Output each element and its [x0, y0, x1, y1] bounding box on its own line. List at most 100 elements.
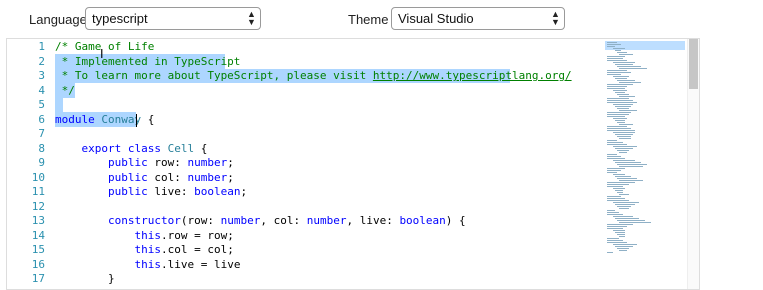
minimap-line: [617, 164, 647, 165]
code-area[interactable]: /* Game of Life * Implemented in TypeScr…: [55, 39, 589, 289]
minimap-line: [619, 124, 633, 125]
minimap-line: [607, 46, 615, 47]
minimap-line: [615, 64, 633, 65]
code-token: }: [55, 272, 115, 285]
minimap-line: [619, 166, 643, 167]
minimap-line: [607, 84, 633, 85]
scrollbar-thumb[interactable]: [689, 39, 698, 89]
minimap-line: [607, 144, 627, 145]
minimap-line: [615, 134, 633, 135]
minimap-line: [607, 240, 623, 241]
code-line: this.row = row;: [55, 228, 234, 244]
minimap-line: [613, 90, 627, 91]
minimap-line: [607, 226, 627, 227]
vertical-scrollbar[interactable]: [687, 39, 699, 289]
text-caret: [136, 113, 137, 127]
line-number: 16: [31, 257, 45, 271]
minimap-line: [607, 114, 629, 115]
code-token: {: [141, 112, 155, 126]
code-editor[interactable]: 1 2 3 4 5 6 7 8 9 10 11 12 13 14 15 16 17 /* Game of Lif…: [6, 38, 700, 290]
minimap-line: [613, 76, 629, 77]
minimap-line: [613, 160, 635, 161]
minimap-line: [607, 224, 633, 225]
minimap-line: [607, 200, 629, 201]
minimap-line: [619, 82, 641, 83]
theme-label: Theme: [348, 12, 389, 27]
minimap-line: [617, 80, 635, 81]
minimap-line: [607, 172, 617, 173]
minimap-line: [607, 70, 627, 71]
code-token: .row = row;: [160, 228, 234, 242]
language-select[interactable]: typescript ▲ ▼: [85, 7, 261, 30]
language-select-value: typescript: [92, 11, 148, 26]
ibeam-cursor-icon: I: [100, 47, 104, 61]
toolbar: Language typescript ▲ ▼ Theme Visual Stud…: [0, 0, 763, 38]
minimap-line: [607, 242, 627, 243]
minimap-line: [607, 196, 621, 197]
code-line: module Conway {: [55, 113, 154, 128]
minimap-line: [607, 100, 633, 101]
minimap-line: [607, 72, 631, 73]
minimap-line: [613, 146, 637, 147]
line-number: 5: [38, 98, 45, 111]
minimap-line: [619, 250, 627, 251]
code-token: public: [107, 185, 148, 198]
code-token: number: [187, 156, 228, 169]
minimap-line: [615, 78, 627, 79]
minimap-line: [607, 158, 625, 159]
code-line: }: [55, 272, 115, 287]
code-line: * To learn more about TypeScript, please…: [55, 69, 572, 84]
line-number: 12: [31, 199, 45, 213]
code-token: * To learn more about TypeScript, please…: [55, 69, 373, 82]
minimap-line: [619, 236, 625, 237]
minimap-line: [615, 106, 631, 107]
minimap[interactable]: [605, 39, 689, 289]
code-token: , col:: [260, 214, 307, 227]
line-number: 2: [38, 54, 45, 68]
minimap-line: [617, 52, 627, 53]
code-token: boolean: [194, 185, 241, 198]
code-token: this: [134, 257, 161, 271]
minimap-line: [613, 188, 625, 189]
minimap-line: [619, 68, 647, 69]
line-number: 9: [38, 156, 45, 169]
line-number-gutter: 1 2 3 4 5 6 7 8 9 10 11 12 13 14 15 16 17: [7, 39, 47, 289]
minimap-line: [607, 74, 621, 75]
line-number: 13: [31, 214, 45, 227]
code-token: boolean: [399, 214, 446, 227]
minimap-line: [607, 210, 615, 211]
minimap-line: [615, 246, 633, 247]
chevron-updown-icon: ▲ ▼: [551, 9, 560, 27]
minimap-line: [607, 128, 631, 129]
code-token: .live = live: [160, 257, 241, 271]
line-number: 8: [38, 141, 45, 155]
minimap-line: [607, 58, 623, 59]
minimap-line: [613, 244, 637, 245]
minimap-line: [607, 102, 637, 103]
minimap-line: [617, 178, 637, 179]
minimap-line: [607, 42, 617, 43]
minimap-line: [617, 248, 629, 249]
theme-select[interactable]: Visual Studio ▲ ▼: [391, 7, 565, 30]
language-label: Language: [29, 12, 87, 27]
code-token: /* Game of Life: [55, 40, 155, 53]
code-line: * Implemented in TypeScript: [55, 55, 241, 70]
code-token: export: [81, 141, 122, 155]
minimap-line: [615, 148, 633, 149]
code-token: , live:: [346, 214, 400, 227]
code-token: public: [107, 156, 148, 169]
minimap-line: [619, 110, 637, 111]
code-token: this: [134, 228, 161, 242]
minimap-line: [613, 202, 639, 203]
minimap-line: [607, 170, 621, 171]
code-token: http://www.typescriptlang.org/: [372, 69, 572, 82]
minimap-line: [617, 136, 631, 137]
minimap-line: [615, 92, 625, 93]
code-line: public live: boolean;: [55, 185, 247, 200]
minimap-line: [617, 234, 625, 235]
code-token: this: [134, 243, 161, 256]
line-number: 4: [38, 83, 45, 97]
